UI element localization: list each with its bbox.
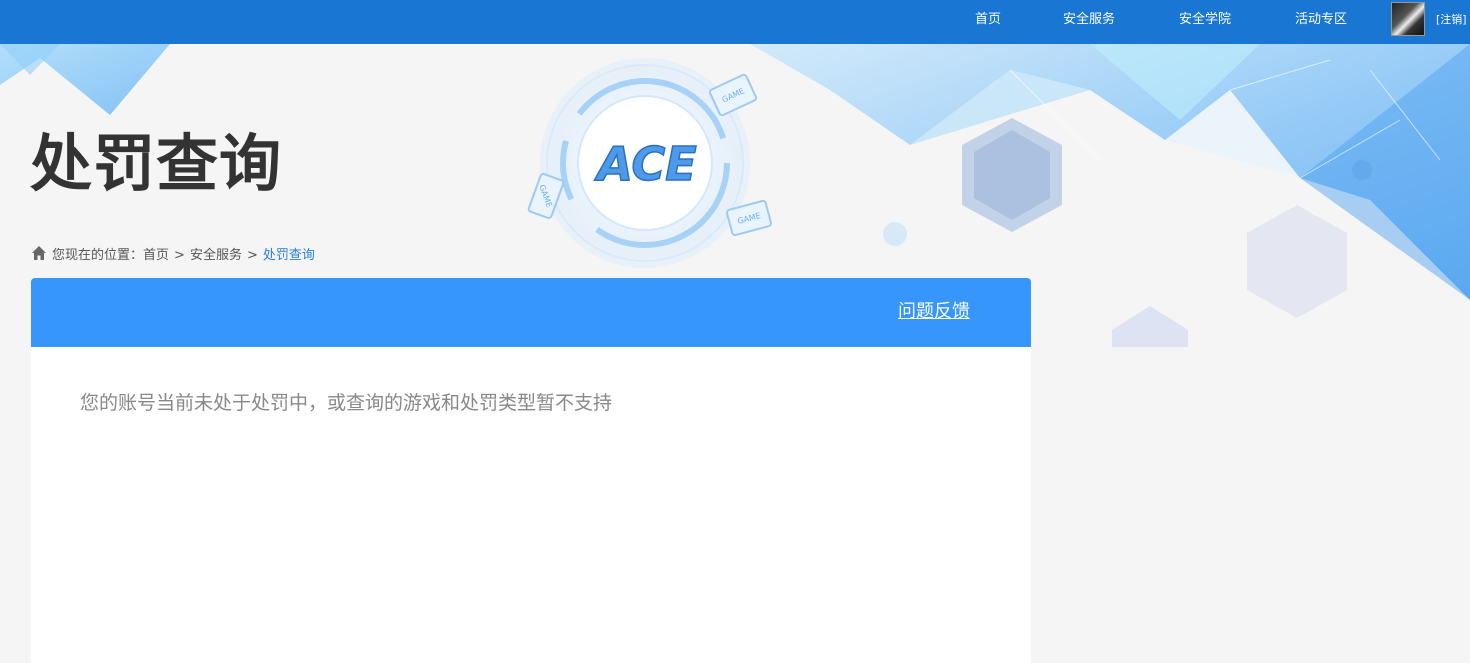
nav-item-events[interactable]: 活动专区	[1295, 0, 1347, 40]
breadcrumb-prefix: 您现在的位置：	[52, 248, 144, 263]
breadcrumb-current: 处罚查询	[262, 248, 315, 263]
home-icon	[32, 246, 46, 260]
nav-item-security-academy[interactable]: 安全学院	[1179, 0, 1231, 40]
top-nav-bar: 首页 安全服务 安全学院 活动专区 [注销]	[0, 0, 1470, 44]
breadcrumb-separator: >	[174, 248, 185, 263]
breadcrumb-item-home[interactable]: 首页	[143, 248, 169, 263]
panel-header	[31, 278, 1031, 347]
ace-logo-text: ACE	[594, 137, 696, 191]
feedback-link[interactable]: 问题反馈	[898, 300, 970, 324]
breadcrumb-item-security-service[interactable]: 安全服务	[190, 248, 242, 263]
breadcrumb: 您现在的位置：首页 > 安全服务 > 处罚查询	[31, 245, 315, 265]
nav-item-home[interactable]: 首页	[975, 0, 1001, 40]
nav-item-security-service[interactable]: 安全服务	[1063, 0, 1115, 40]
avatar[interactable]	[1391, 2, 1425, 36]
status-message: 您的账号当前未处于处罚中，或查询的游戏和处罚类型暂不支持	[80, 392, 613, 414]
page-title: 处罚查询	[30, 127, 283, 200]
logout-link[interactable]: [注销]	[1436, 0, 1467, 40]
breadcrumb-separator: >	[246, 248, 258, 263]
